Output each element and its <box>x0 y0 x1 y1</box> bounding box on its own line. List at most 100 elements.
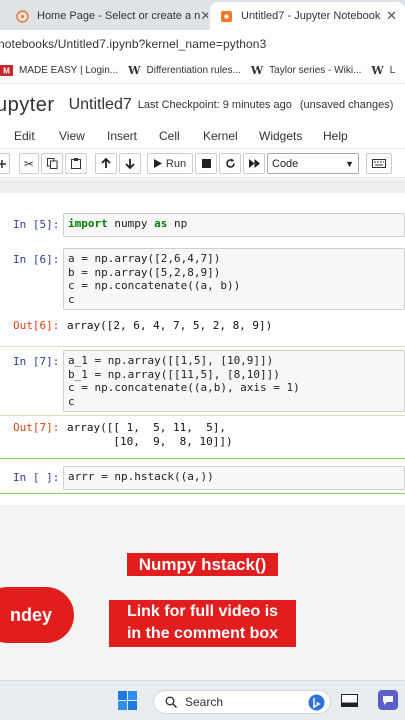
bookmark-label: Taylor series - Wiki... <box>269 65 362 76</box>
link-caption: Link for full video is in the comment bo… <box>109 600 296 647</box>
input-prompt: In [6]: <box>13 253 60 266</box>
code-line: c <box>68 292 75 306</box>
bookmark-label: Differentiation rules... <box>146 65 241 76</box>
input-prompt: In [5]: <box>13 218 60 231</box>
edit-mode-border <box>0 493 405 494</box>
output-prompt: Out[6]: <box>13 319 60 332</box>
jupyter-header: upyter Untitled7 Last Checkpoint: 9 minu… <box>0 85 405 125</box>
code-line: a_1 = np.array([[1,5], [10,9]]) <box>68 354 274 367</box>
command-palette-button[interactable] <box>366 153 392 174</box>
move-down-button[interactable] <box>119 153 141 174</box>
code-cell-input[interactable]: import numpy as np <box>63 213 405 237</box>
bookmark-differentiation[interactable]: W Differentiation rules... <box>128 64 241 77</box>
code-line: b_1 = np.array([[11,5], [8,10]]) <box>68 367 280 381</box>
wikipedia-w-icon: W <box>371 64 384 77</box>
menu-help[interactable]: Help <box>323 129 348 143</box>
tab-untitled7[interactable]: Untitled7 - Jupyter Notebook ✕ <box>210 2 405 30</box>
cell-type-select[interactable]: Code ▼ <box>267 153 359 174</box>
chevron-down-icon: ▼ <box>345 158 354 169</box>
close-icon[interactable]: ✕ <box>386 8 397 24</box>
clipboard-icon <box>71 158 81 169</box>
output-prompt: Out[7]: <box>13 421 60 434</box>
bookmark-label: L <box>389 65 396 76</box>
output-line: [10, 9, 8, 10]]) <box>67 434 233 448</box>
link-caption-line: in the comment box <box>126 625 279 642</box>
tab-label: Untitled7 - Jupyter Notebook <box>241 10 381 22</box>
code-line: c = np.concatenate((a, b)) <box>68 279 241 292</box>
video-title-caption: Numpy hstack() <box>127 553 278 576</box>
keyboard-icon <box>372 159 386 168</box>
interrupt-button[interactable] <box>195 153 217 174</box>
checkpoint-status: Last Checkpoint: 9 minutes ago <box>137 99 292 111</box>
run-button[interactable]: Run <box>147 153 193 174</box>
svg-text:M: M <box>3 67 10 76</box>
menu-view[interactable]: View <box>59 129 85 143</box>
code-cell-input[interactable]: a_1 = np.array([[1,5], [10,9]]) b_1 = np.… <box>63 350 405 412</box>
menu-widgets[interactable]: Widgets <box>259 129 302 143</box>
run-label: Run <box>165 157 187 170</box>
windows-taskbar: Search <box>0 680 405 720</box>
cut-button[interactable]: ✂ <box>19 153 39 174</box>
chat-icon[interactable] <box>378 690 398 710</box>
copy-button[interactable] <box>41 153 63 174</box>
restart-button[interactable] <box>219 153 241 174</box>
menu-bar: Edit View Insert Cell Kernel Widgets Hel… <box>0 125 405 149</box>
edit-mode-border <box>0 458 405 459</box>
wikipedia-w-icon: W <box>128 64 141 77</box>
menu-edit[interactable]: Edit <box>14 129 35 143</box>
arrow-down-icon <box>125 159 135 169</box>
input-prompt: In [ ]: <box>13 471 60 484</box>
code-line: c = np.concatenate((a,b), axis = 1) <box>68 381 300 394</box>
taskbar-search-box[interactable]: Search <box>153 690 331 714</box>
menu-insert[interactable]: Insert <box>107 129 137 143</box>
close-icon[interactable]: ✕ <box>200 8 208 24</box>
notebook-top-gutter <box>0 179 405 193</box>
tab-home-page[interactable]: Home Page - Select or create a n ✕ <box>0 2 208 30</box>
add-cell-button[interactable] <box>0 153 10 174</box>
input-prompt: In [7]: <box>13 355 60 368</box>
bookmark-partial[interactable]: W L <box>371 64 395 77</box>
play-icon <box>153 159 162 168</box>
bookmark-made-easy[interactable]: M MADE EASY | Login... <box>0 65 118 76</box>
browser-tab-strip: Home Page - Select or create a n ✕ Untit… <box>0 0 405 30</box>
output-line: array([2, 6, 4, 7, 5, 2, 8, 9]) <box>67 319 273 332</box>
windows-start-icon[interactable] <box>118 691 137 710</box>
presenter-name-pill: ndey <box>0 587 74 643</box>
code-cell-input[interactable]: a = np.array([2,6,4,7]) b = np.array([5,2… <box>63 248 405 310</box>
code-line: arrr = np.hstack((a,)) <box>68 470 214 483</box>
code-line: c <box>68 394 75 408</box>
link-caption-line: Link for full video is <box>126 603 279 620</box>
notebook-toolbar: ✂ Run Code ▼ <box>0 150 405 178</box>
search-placeholder: Search <box>185 695 224 709</box>
cell-output: array([2, 6, 4, 7, 5, 2, 8, 9]) <box>67 319 272 333</box>
code-line: b = np.array([5,2,8,9]) <box>68 265 221 279</box>
address-bar[interactable]: notebooks/Untitled7.ipynb?kernel_name=py… <box>0 30 405 58</box>
move-up-button[interactable] <box>95 153 117 174</box>
jupyter-logo[interactable]: upyter <box>0 94 55 117</box>
code-cell-input[interactable]: arrr = np.hstack((a,)) <box>63 466 405 490</box>
restart-icon <box>225 158 235 168</box>
search-icon <box>165 696 177 708</box>
code-line: a = np.array([2,6,4,7]) <box>68 252 221 265</box>
wikipedia-w-icon: W <box>250 64 264 77</box>
menu-cell[interactable]: Cell <box>159 129 180 143</box>
scissors-icon: ✂ <box>23 156 35 171</box>
bookmarks-bar: M MADE EASY | Login... W Differentiation… <box>0 58 405 84</box>
output-line: array([[ 1, 5, 11, 5], <box>67 421 226 434</box>
restart-run-all-button[interactable] <box>243 153 265 174</box>
bookmark-taylor-series[interactable]: W Taylor series - Wiki... <box>251 64 362 77</box>
cell-output: array([[ 1, 5, 11, 5], [10, 9, 8, 10]]) <box>67 421 233 448</box>
url-text[interactable]: notebooks/Untitled7.ipynb?kernel_name=py… <box>0 37 266 51</box>
bing-icon[interactable] <box>308 694 325 711</box>
paste-button[interactable] <box>65 153 87 174</box>
made-easy-logo-icon: M <box>0 65 13 76</box>
fast-forward-icon <box>248 159 260 168</box>
copy-icon <box>46 158 57 169</box>
jupyter-favicon-icon <box>221 10 232 22</box>
stop-icon <box>201 159 211 168</box>
plus-icon <box>0 159 6 168</box>
arrow-up-icon <box>101 158 111 168</box>
notebook-name[interactable]: Untitled7 <box>69 96 132 114</box>
menu-kernel[interactable]: Kernel <box>203 129 238 143</box>
task-view-icon[interactable] <box>341 692 358 709</box>
